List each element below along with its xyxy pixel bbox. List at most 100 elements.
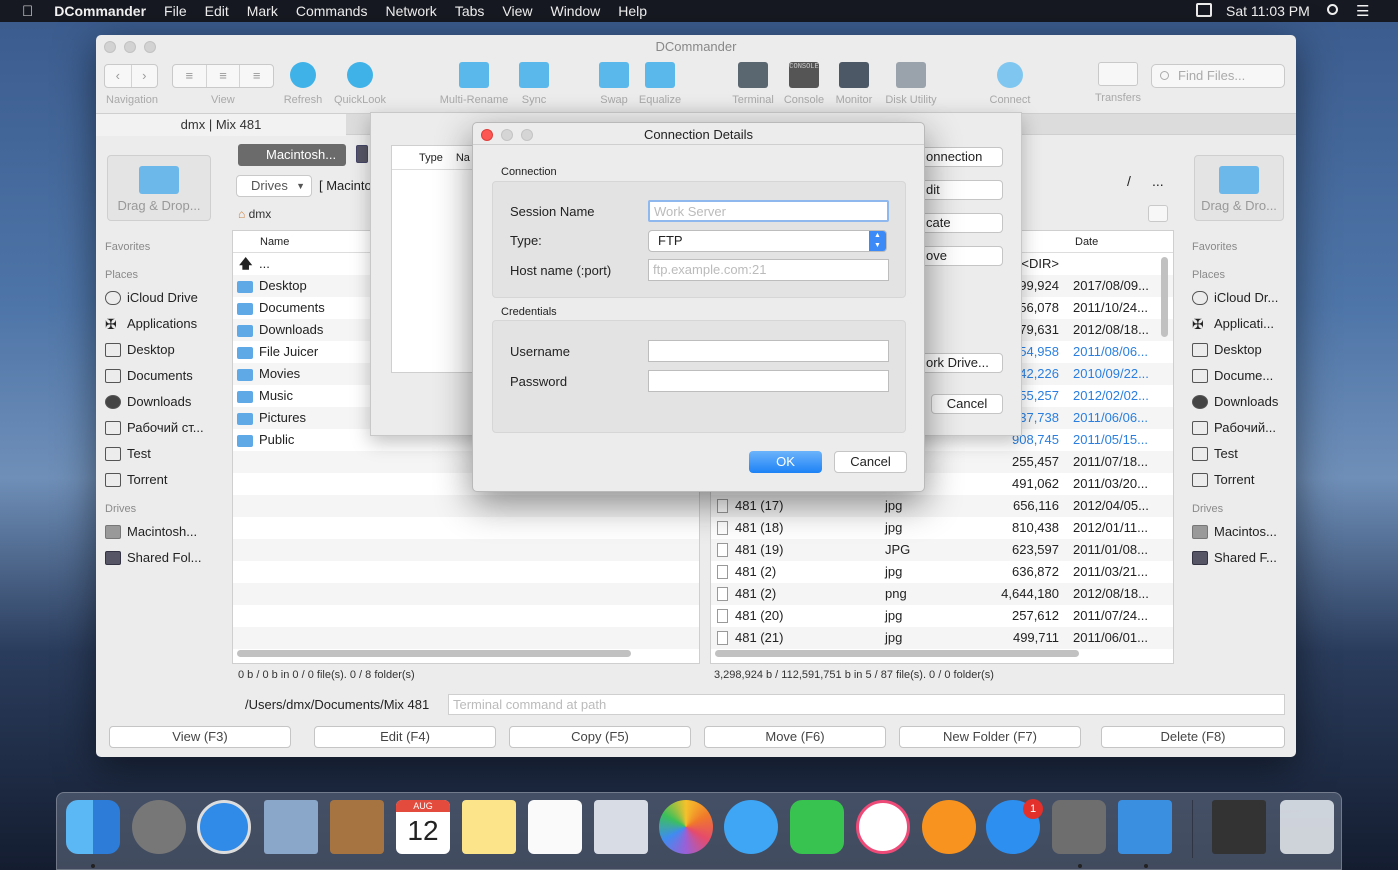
password-input[interactable] <box>648 370 889 392</box>
right-sidebar-icloud[interactable]: iCloud Dr... <box>1192 285 1292 311</box>
find-files-field[interactable]: Find Files... <box>1151 64 1285 88</box>
left-sidebar-shared[interactable]: Shared Fol... <box>105 545 215 571</box>
username-input[interactable] <box>648 340 889 362</box>
connections-column-type[interactable]: Type <box>419 152 443 164</box>
menu-commands[interactable]: Commands <box>287 3 377 19</box>
quicklook-button[interactable]: QuickLook <box>332 62 388 106</box>
equalize-button[interactable]: Equalize <box>636 62 684 106</box>
left-sidebar-rabochiy[interactable]: Рабочий ст... <box>105 415 215 441</box>
menu-mark[interactable]: Mark <box>238 3 287 19</box>
safari-icon[interactable] <box>197 800 251 854</box>
tab-dmx-mix-481[interactable]: dmx | Mix 481 <box>96 114 346 136</box>
edit-f4-button[interactable]: Edit (F4) <box>314 726 496 748</box>
itunes-icon[interactable] <box>856 800 910 854</box>
right-sidebar-macintosh[interactable]: Macintos... <box>1192 519 1292 545</box>
transfers-button[interactable]: Transfers <box>1091 62 1145 104</box>
apple-icon[interactable]:  <box>0 3 45 20</box>
menu-window[interactable]: Window <box>541 3 609 19</box>
table-row[interactable]: 481 (21) jpg 499,711 2011/06/01... <box>711 627 1173 649</box>
left-sidebar-macintosh[interactable]: Macintosh... <box>105 519 215 545</box>
left-sidebar-documents[interactable]: Documents <box>105 363 215 389</box>
host-name-input[interactable]: ftp.example.com:21 <box>648 259 889 281</box>
column-view-icon[interactable]: ≡ <box>240 65 273 87</box>
ibooks-icon[interactable] <box>922 800 976 854</box>
menu-tabs[interactable]: Tabs <box>446 3 494 19</box>
swap-button[interactable]: Swap <box>597 62 631 106</box>
menubar-clock[interactable]: Sat 11:03 PM <box>1226 3 1310 19</box>
remove-connection-button[interactable]: ove <box>921 246 1003 266</box>
menu-help[interactable]: Help <box>609 3 656 19</box>
left-sidebar-test[interactable]: Test <box>105 441 215 467</box>
table-row[interactable]: 481 (17) jpg 656,116 2012/04/05... <box>711 495 1173 517</box>
left-sidebar-desktop[interactable]: Desktop <box>105 337 215 363</box>
console-button[interactable]: CONSOLE Console <box>782 62 826 106</box>
menu-view[interactable]: View <box>493 3 541 19</box>
connections-list[interactable]: Type Na <box>391 145 481 373</box>
network-drive-icon[interactable] <box>356 145 368 163</box>
notes-icon[interactable] <box>462 800 516 854</box>
downloads-stack-icon[interactable] <box>1212 800 1266 854</box>
airplay-icon[interactable] <box>1196 3 1212 17</box>
right-vertical-scrollbar[interactable] <box>1161 257 1168 337</box>
left-breadcrumb[interactable]: ⌂ dmx <box>238 207 271 221</box>
menu-network[interactable]: Network <box>376 3 445 19</box>
edit-connection-button[interactable]: dit <box>921 180 1003 200</box>
left-sidebar-icloud[interactable]: iCloud Drive <box>105 285 215 311</box>
disk-utility-button[interactable]: Disk Utility <box>882 62 940 106</box>
right-sidebar-documents[interactable]: Docume... <box>1192 363 1292 389</box>
facetime-icon[interactable] <box>790 800 844 854</box>
connect-button[interactable]: Connect <box>987 62 1033 106</box>
book-icon[interactable] <box>1148 205 1168 222</box>
left-drive-button[interactable]: Macintosh... <box>238 144 346 166</box>
new-connection-button[interactable]: onnection <box>921 147 1003 167</box>
table-row[interactable]: 481 (2) png 4,644,180 2012/08/18... <box>711 583 1173 605</box>
session-name-input[interactable]: Work Server <box>648 200 889 222</box>
table-row[interactable]: 481 (19) JPG 623,597 2011/01/08... <box>711 539 1173 561</box>
right-sidebar-downloads[interactable]: Downloads <box>1192 389 1292 415</box>
messages-icon[interactable] <box>724 800 778 854</box>
right-drag-drop-area[interactable]: Drag & Dro... <box>1194 155 1284 221</box>
menu-edit[interactable]: Edit <box>196 3 238 19</box>
move-f6-button[interactable]: Move (F6) <box>704 726 886 748</box>
left-sidebar-torrent[interactable]: Torrent <box>105 467 215 493</box>
navigation-control[interactable]: ‹ › <box>104 64 158 88</box>
forward-icon[interactable]: › <box>132 65 158 87</box>
right-more-button[interactable]: ... <box>1152 173 1164 189</box>
right-sidebar-rabochiy[interactable]: Рабочий... <box>1192 415 1292 441</box>
multi-rename-button[interactable]: Multi-Rename <box>436 62 512 106</box>
right-sidebar-test[interactable]: Test <box>1192 441 1292 467</box>
finder-icon[interactable] <box>66 800 120 854</box>
reminders-icon[interactable] <box>528 800 582 854</box>
back-icon[interactable]: ‹ <box>105 65 132 87</box>
left-drag-drop-area[interactable]: Drag & Drop... <box>107 155 211 221</box>
new-folder-f7-button[interactable]: New Folder (F7) <box>899 726 1081 748</box>
table-row[interactable]: 481 (18) jpg 810,438 2012/01/11... <box>711 517 1173 539</box>
left-horizontal-scrollbar[interactable] <box>237 650 631 657</box>
right-sidebar-applications[interactable]: ✠ Applicati... <box>1192 311 1292 337</box>
right-horizontal-scrollbar[interactable] <box>715 650 1079 657</box>
list-view-icon[interactable]: ≡ <box>173 65 207 87</box>
view-mode-control[interactable]: ≡ ≡ ≡ <box>172 64 274 88</box>
monitor-button[interactable]: Monitor <box>832 62 876 106</box>
sync-button[interactable]: Sync <box>517 62 551 106</box>
launchpad-icon[interactable] <box>132 800 186 854</box>
spotlight-icon[interactable] <box>1327 4 1338 15</box>
calendar-icon[interactable]: AUG 12 <box>396 800 450 854</box>
sheet-cancel-button[interactable]: Cancel <box>931 394 1003 414</box>
dcommander-icon[interactable] <box>1118 800 1172 854</box>
mail-icon[interactable] <box>264 800 318 854</box>
type-select[interactable]: FTP ▲ ▼ <box>648 230 887 252</box>
network-drive-button[interactable]: ork Drive... <box>921 353 1003 373</box>
menu-app-name[interactable]: DCommander <box>45 3 155 19</box>
left-sidebar-applications[interactable]: ✠ Applications <box>105 311 215 337</box>
terminal-button[interactable]: Terminal <box>729 62 777 106</box>
right-sidebar-shared[interactable]: Shared F... <box>1192 545 1292 571</box>
terminal-command-field[interactable]: Terminal command at path <box>448 694 1285 715</box>
left-sidebar-downloads[interactable]: Downloads <box>105 389 215 415</box>
table-row[interactable]: 481 (20) jpg 257,612 2011/07/24... <box>711 605 1173 627</box>
connections-column-name[interactable]: Na <box>456 152 470 164</box>
photos-icon[interactable] <box>659 800 713 854</box>
menu-file[interactable]: File <box>155 3 196 19</box>
ok-button[interactable]: OK <box>749 451 822 473</box>
notification-center-icon[interactable]: ☰ <box>1356 2 1369 20</box>
